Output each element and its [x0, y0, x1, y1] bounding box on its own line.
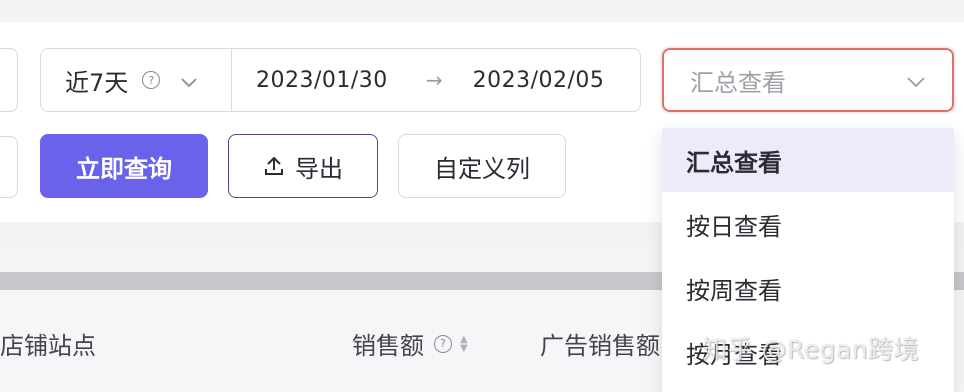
date-range-picker[interactable]: 2023/01/30 → 2023/02/05: [231, 48, 641, 112]
chevron-down-icon: [906, 66, 926, 94]
query-button[interactable]: 立即查询: [40, 134, 208, 198]
start-date-input[interactable]: 2023/01/30: [256, 68, 388, 93]
view-mode-select[interactable]: 汇总查看: [662, 48, 954, 112]
sort-icon[interactable]: ▲ ▼: [460, 334, 468, 353]
range-preset-label: 近7天: [65, 68, 129, 97]
option-daily-view[interactable]: 按日查看: [662, 192, 954, 256]
export-button[interactable]: 导出: [228, 134, 378, 198]
export-button-label: 导出: [295, 154, 343, 183]
option-weekly-view[interactable]: 按周查看: [662, 256, 954, 320]
column-header-store[interactable]: 店铺站点: [0, 326, 96, 361]
chevron-down-icon: [180, 66, 198, 94]
watermark: 知乎 @Regan跨境: [702, 335, 920, 364]
help-icon[interactable]: ?: [434, 334, 452, 353]
option-summary-view[interactable]: 汇总查看: [662, 128, 954, 192]
custom-columns-button[interactable]: 自定义列: [398, 134, 566, 198]
query-button-label: 立即查询: [76, 154, 172, 183]
column-header-sales[interactable]: 销售额 ? ▲ ▼: [352, 326, 468, 361]
column-header-sales-label: 销售额: [352, 332, 424, 360]
left-filter-field-stub[interactable]: [0, 48, 18, 112]
help-icon[interactable]: ?: [142, 71, 161, 89]
upload-icon: [265, 156, 283, 175]
column-header-ad-sales[interactable]: 广告销售额: [540, 326, 660, 361]
left-button-stub[interactable]: [0, 136, 18, 198]
view-mode-placeholder: 汇总查看: [690, 68, 786, 97]
date-separator-arrow: →: [425, 68, 443, 92]
date-range-preset-select[interactable]: 近7天 ?: [40, 48, 234, 112]
custom-columns-label: 自定义列: [434, 154, 530, 183]
end-date-input[interactable]: 2023/02/05: [473, 68, 605, 93]
